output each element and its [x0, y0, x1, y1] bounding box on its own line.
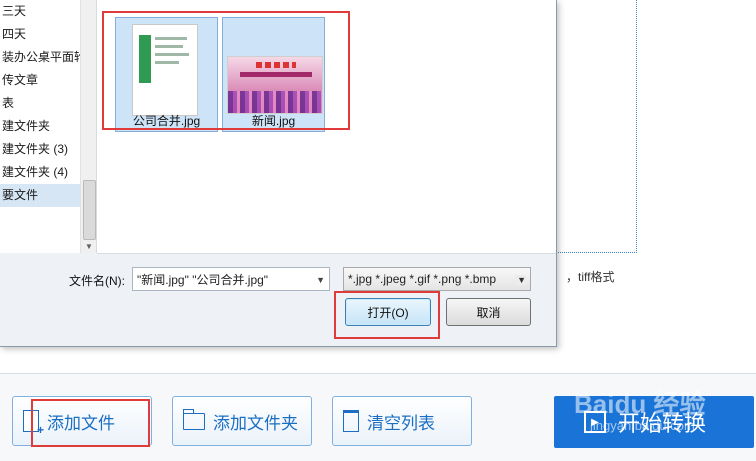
filename-value: "新闻.jpg" "公司合并.jpg" — [137, 272, 269, 287]
chevron-down-icon[interactable]: ▼ — [515, 275, 526, 285]
file-type-value: *.jpg *.jpeg *.gif *.png *.bmp — [348, 272, 497, 286]
format-hint-text: ，tiff格式 — [566, 270, 615, 284]
open-file-dialog: 三天 四天 装办公桌平面轮 传文章 表 建文件夹 建文件夹 (3) 建文件夹 (… — [0, 0, 557, 347]
highlight-frame-files — [102, 11, 350, 130]
cancel-button[interactable]: 取消 — [446, 298, 531, 326]
watermark-logo: Baidu 经验 — [574, 389, 706, 419]
scroll-down-arrow-icon[interactable]: ▼ — [85, 242, 93, 251]
navigation-pane: 三天 四天 装办公桌平面轮 传文章 表 建文件夹 建文件夹 (3) 建文件夹 (… — [0, 0, 97, 253]
filename-input[interactable]: "新闻.jpg" "公司合并.jpg" ▼ — [132, 267, 330, 291]
add-folder-icon — [182, 408, 205, 430]
chevron-down-icon[interactable]: ▼ — [316, 275, 325, 285]
highlight-frame-open — [334, 291, 440, 339]
highlight-frame-add-file — [31, 399, 150, 447]
drop-zone[interactable] — [556, 0, 637, 253]
clear-list-button[interactable]: 清空列表 — [332, 396, 472, 446]
file-type-select[interactable]: *.jpg *.jpeg *.gif *.png *.bmp ▼ — [343, 267, 531, 291]
add-folder-label: 添加文件夹 — [213, 413, 298, 433]
watermark-url: jingyan.baidu.com — [590, 418, 695, 433]
nav-scrollbar[interactable]: ▼ — [80, 0, 96, 253]
clear-list-label: 清空列表 — [367, 413, 435, 433]
trash-icon — [343, 410, 359, 432]
filename-label: 文件名(N): — [69, 274, 125, 288]
scrollbar-thumb[interactable] — [83, 180, 96, 240]
add-folder-button[interactable]: 添加文件夹 — [172, 396, 312, 446]
